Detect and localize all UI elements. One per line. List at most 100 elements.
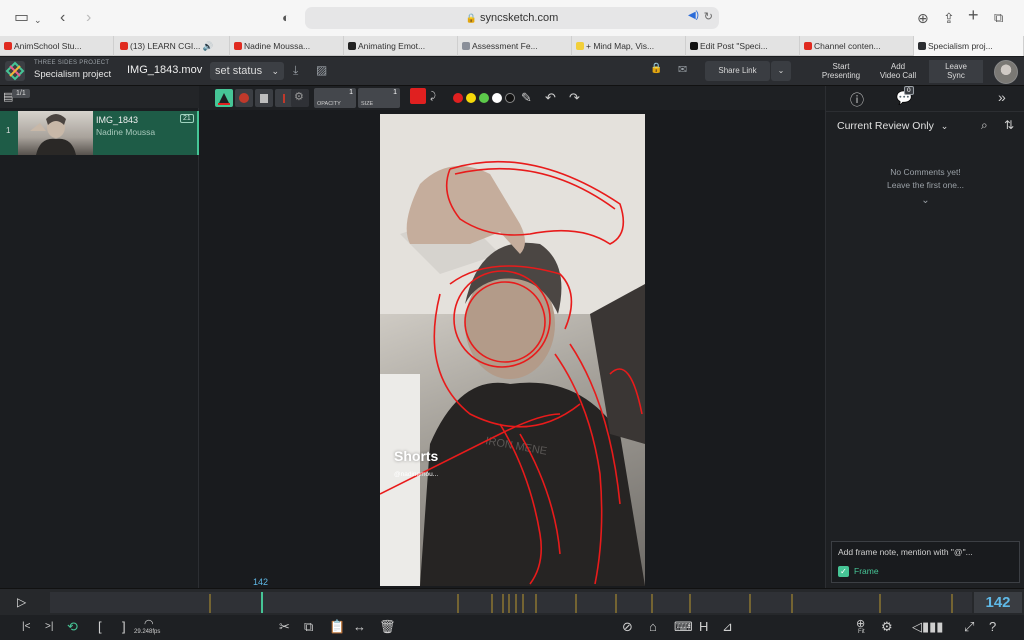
leave-sync-button[interactable]: Leave Sync	[929, 60, 983, 83]
video-frame[interactable]: IRON MENE Shorts @nadinemou...	[380, 114, 645, 586]
tool-settings-button[interactable]: ⚙	[291, 89, 309, 107]
timeline-track[interactable]	[50, 592, 972, 613]
h-button[interactable]: H	[699, 619, 708, 635]
share-link-button[interactable]: Share Link	[705, 61, 770, 81]
download-icon[interactable]: ⤓	[293, 63, 298, 78]
pen-tool-button[interactable]	[215, 89, 233, 107]
size-slider[interactable]: SIZE 1	[358, 88, 400, 108]
help-icon[interactable]: ?	[989, 619, 996, 635]
media-viewer[interactable]: IRON MENE Shorts @nadinemou...	[199, 110, 825, 588]
active-color-swatch[interactable]	[410, 88, 426, 104]
playhead-frame-label: 142	[253, 577, 269, 587]
list-item[interactable]: 1 IMG_1843 Nadine Moussa 21	[0, 111, 199, 155]
color-swatch[interactable]	[492, 93, 502, 103]
tab-label: AnimSchool Stu...	[14, 41, 82, 51]
empty-comments-message: No Comments yet! Leave the first one... …	[826, 166, 1024, 207]
syncsketch-logo-icon[interactable]	[4, 60, 26, 82]
brush-tool-button[interactable]	[235, 89, 253, 107]
collapse-panel-icon[interactable]: »	[998, 89, 1006, 105]
mirror-icon[interactable]: ⊿	[722, 619, 733, 635]
ghost-icon[interactable]: ⌂	[649, 619, 657, 635]
brush-icon	[239, 93, 249, 103]
add-video-call-button[interactable]: Add Video Call	[872, 60, 924, 83]
keyboard-icon[interactable]: ⌨	[674, 619, 693, 635]
sidebar-toggle-icon[interactable]: ▭	[14, 8, 29, 28]
step-back-icon[interactable]: |<	[22, 619, 30, 635]
asset-list-panel: ▤ 1/1 1 IMG_1843 Nadine Moussa 21	[0, 86, 199, 588]
eraser-tool-button[interactable]	[255, 89, 273, 107]
undo-icon[interactable]: ↶	[545, 90, 556, 106]
page-badge: 1/1	[12, 89, 30, 98]
trash-icon[interactable]: 🗑	[379, 619, 396, 635]
frame-note-input[interactable]: Add frame note, mention with "@"... ✓ Fr…	[831, 541, 1020, 583]
timeline-markers	[209, 592, 953, 613]
search-icon[interactable]: ⌕	[981, 118, 988, 133]
gear-icon[interactable]: ⚙	[881, 619, 893, 635]
tab-favicon-icon	[120, 42, 128, 50]
asset-list-header: ▤ 1/1	[0, 86, 199, 108]
address-bar[interactable]: 🔒 syncsketch.com ◀) ↻	[305, 7, 719, 29]
set-status-button[interactable]: set status ⌄	[210, 62, 284, 80]
color-swatch[interactable]	[505, 93, 515, 103]
back-icon[interactable]: ‹	[60, 8, 65, 28]
browser-tab[interactable]: AnimSchool Stu...	[0, 36, 114, 56]
share-icon[interactable]: ⇪	[943, 8, 955, 28]
project-name[interactable]: Specialism project	[34, 69, 111, 80]
copy-icon[interactable]: ⧉	[304, 619, 313, 635]
paste-icon[interactable]: 📋	[329, 619, 345, 635]
forward-icon[interactable]: ›	[86, 8, 91, 28]
play-icon[interactable]: ▷	[17, 595, 26, 609]
tab-label: Channel conten...	[814, 41, 881, 51]
shield-icon[interactable]: ◐	[282, 8, 290, 28]
eyedropper-icon[interactable]: ✎	[521, 90, 532, 106]
tab-favicon-icon	[234, 42, 242, 50]
mail-icon[interactable]: ✉	[678, 63, 687, 76]
move-icon[interactable]: ↔	[353, 619, 366, 635]
scissors-icon[interactable]: ✂	[279, 619, 290, 635]
swap-colors-icon[interactable]: ⤸	[430, 91, 436, 102]
file-name[interactable]: IMG_1843.mov	[127, 64, 202, 76]
browser-tab[interactable]: Assessment Fe...	[458, 36, 572, 56]
info-icon[interactable]: ⓘ	[850, 90, 864, 110]
chevron-down-icon[interactable]: ⌄	[826, 194, 1024, 207]
tab-favicon-icon	[918, 42, 926, 50]
browser-tab[interactable]: Animating Emot...	[344, 36, 458, 56]
reload-icon[interactable]: ↻	[704, 10, 713, 23]
shorts-logo: Shorts	[394, 448, 439, 464]
fps-readout[interactable]: 29.248fps	[134, 629, 160, 635]
step-forward-icon[interactable]: >|	[45, 619, 53, 635]
opacity-slider[interactable]: OPACITY 1	[314, 88, 356, 108]
review-filter-dropdown[interactable]: Current Review Only ⌄	[837, 120, 948, 132]
browser-tab[interactable]: (13) LEARN CGI... 🔊	[116, 36, 230, 56]
browser-tab[interactable]: Specialism proj...	[914, 36, 1024, 56]
download-icon[interactable]: ⊕	[917, 8, 929, 28]
fullscreen-icon[interactable]: ⤢	[964, 619, 974, 635]
browser-tab[interactable]: + Mind Map, Vis...	[572, 36, 686, 56]
audio-icon[interactable]: ◀)	[688, 10, 699, 21]
color-swatch[interactable]	[466, 93, 476, 103]
volume-icon[interactable]: ◁▮▮▮	[912, 619, 943, 635]
asset-thumbnail[interactable]	[18, 111, 93, 155]
lock-icon[interactable]: 🔒	[650, 63, 662, 74]
chevron-down-icon[interactable]: ⌄	[34, 10, 42, 30]
redo-icon[interactable]: ↷	[569, 90, 580, 106]
drawing-toolbar: ⚙ OPACITY 1 SIZE 1 ⤸ ✎ ↶ ↷	[199, 86, 825, 110]
tab-overview-icon[interactable]: ⧉	[994, 8, 1003, 28]
in-point-icon[interactable]: [	[98, 619, 102, 635]
image-icon[interactable]: ▨	[316, 63, 327, 77]
loop-icon[interactable]: ⟲	[67, 619, 78, 635]
browser-tab[interactable]: Edit Post "Speci...	[686, 36, 800, 56]
new-tab-icon[interactable]: +	[968, 5, 979, 25]
share-options-button[interactable]: ⌄	[771, 61, 791, 81]
color-swatch[interactable]	[479, 93, 489, 103]
current-frame-readout[interactable]: 142	[974, 592, 1022, 613]
browser-tab[interactable]: Channel conten...	[800, 36, 914, 56]
frame-checkbox[interactable]: ✓	[838, 566, 849, 577]
hide-annotations-icon[interactable]: ⊘	[622, 619, 633, 635]
browser-tab[interactable]: Nadine Moussa...	[230, 36, 344, 56]
sort-icon[interactable]: ⇅	[1004, 118, 1014, 132]
out-point-icon[interactable]: ]	[122, 619, 126, 635]
color-swatch[interactable]	[453, 93, 463, 103]
start-presenting-button[interactable]: Start Presenting	[812, 60, 870, 83]
avatar[interactable]	[994, 60, 1018, 84]
